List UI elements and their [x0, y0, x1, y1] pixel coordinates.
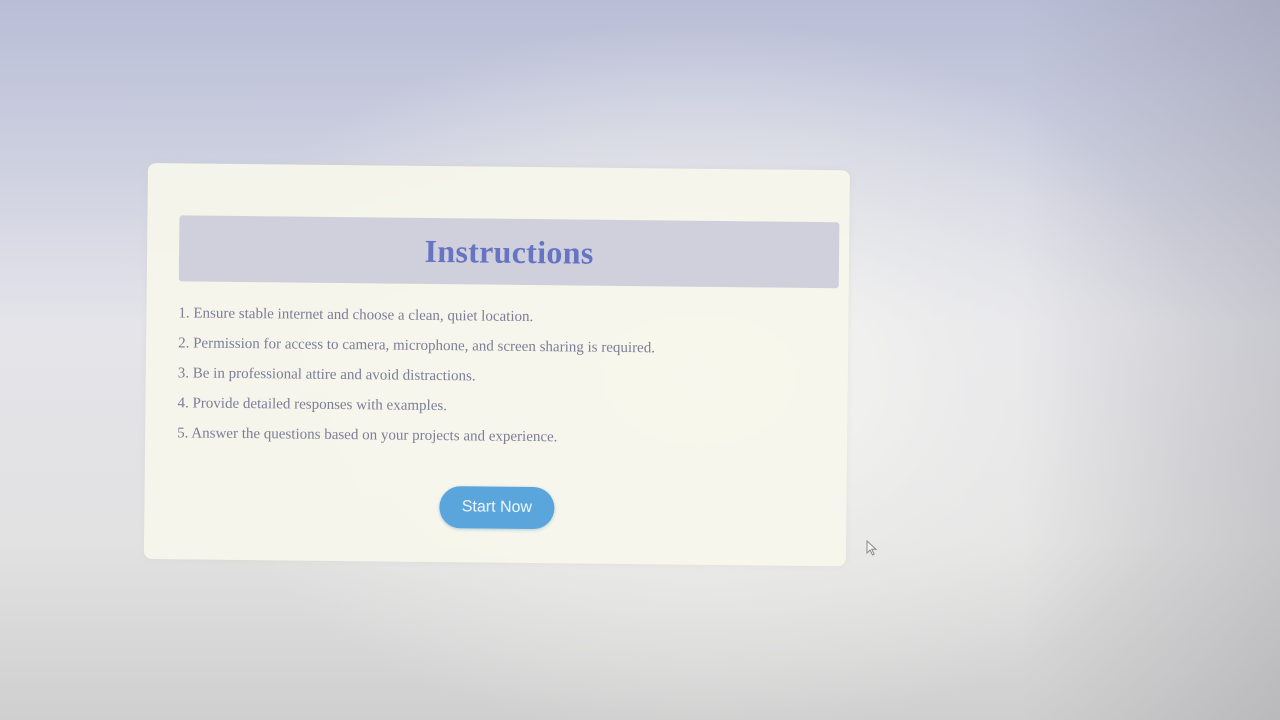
instructions-card: Instructions 1. Ensure stable internet a…	[143, 163, 850, 567]
instruction-list: 1. Ensure stable internet and choose a c…	[177, 303, 819, 460]
instructions-header: Instructions	[178, 215, 840, 289]
page-title: Instructions	[424, 232, 594, 271]
mouse-pointer-icon	[866, 540, 878, 556]
screen-vignette	[1020, 0, 1280, 720]
start-now-button[interactable]: Start Now	[439, 486, 555, 530]
instruction-item-5: 5. Answer the questions based on your pr…	[177, 425, 558, 446]
